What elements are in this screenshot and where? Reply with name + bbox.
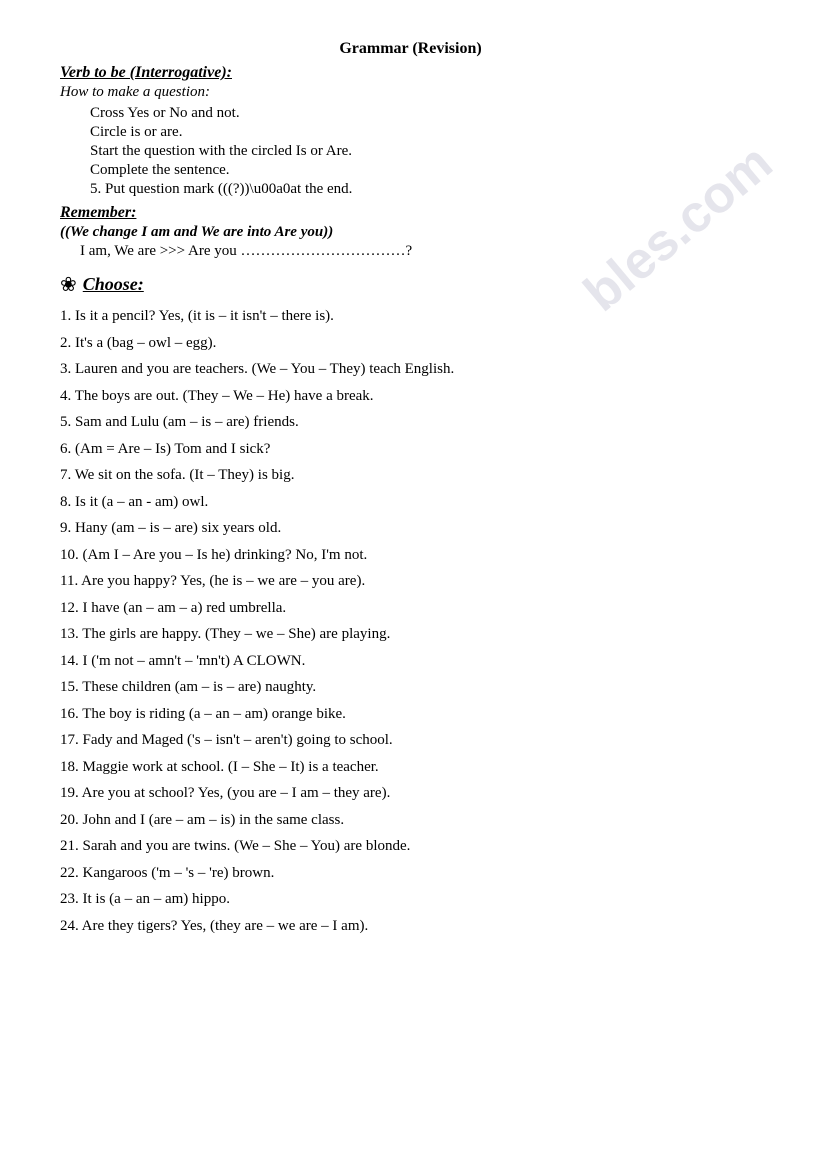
list-item: 8. Is it (a – an - am) owl. — [60, 491, 761, 514]
list-item: 24. Are they tigers? Yes, (they are – we… — [60, 915, 761, 938]
list-item: 9. Hany (am – is – are) six years old. — [60, 517, 761, 540]
step-1: Cross Yes or No and not. — [90, 105, 761, 122]
steps-list: Cross Yes or No and not. Circle is or ar… — [90, 105, 761, 198]
page-title: Grammar (Revision) — [60, 40, 761, 58]
choose-label: Choose: — [83, 274, 144, 295]
instruction-heading: How to make a question: — [60, 84, 761, 101]
list-item: 21. Sarah and you are twins. (We – She –… — [60, 835, 761, 858]
verb-to-be-title: Verb to be (Interrogative): — [60, 64, 761, 82]
exercises-list: 1. Is it a pencil? Yes, (it is – it isn'… — [60, 305, 761, 937]
list-item: 20. John and I (are – am – is) in the sa… — [60, 809, 761, 832]
step-2: Circle is or are. — [90, 124, 761, 141]
list-item: 22. Kangaroos ('m – 's – 're) brown. — [60, 862, 761, 885]
list-item: 11. Are you happy? Yes, (he is – we are … — [60, 570, 761, 593]
are-you-line: I am, We are >>> Are you ……………………………? — [80, 243, 761, 260]
list-item: 7. We sit on the sofa. (It – They) is bi… — [60, 464, 761, 487]
list-item: 15. These children (am – is – are) naugh… — [60, 676, 761, 699]
change-note: ((We change I am and We are into Are you… — [60, 224, 761, 241]
list-item: 4. The boys are out. (They – We – He) ha… — [60, 385, 761, 408]
list-item: 18. Maggie work at school. (I – She – It… — [60, 756, 761, 779]
list-item: 13. The girls are happy. (They – we – Sh… — [60, 623, 761, 646]
remember-heading: Remember: — [60, 204, 761, 222]
list-item: 19. Are you at school? Yes, (you are – I… — [60, 782, 761, 805]
choose-header: ❀ Choose: — [60, 272, 761, 297]
list-item: 17. Fady and Maged ('s – isn't – aren't)… — [60, 729, 761, 752]
list-item: 5. Sam and Lulu (am – is – are) friends. — [60, 411, 761, 434]
list-item: 6. (Am = Are – Is) Tom and I sick? — [60, 438, 761, 461]
choose-icon: ❀ — [60, 272, 77, 297]
list-item: 2. It's a (bag – owl – egg). — [60, 332, 761, 355]
list-item: 3. Lauren and you are teachers. (We – Yo… — [60, 358, 761, 381]
list-item: 14. I ('m not – amn't – 'mn't) A CLOWN. — [60, 650, 761, 673]
list-item: 12. I have (an – am – a) red umbrella. — [60, 597, 761, 620]
step-3: Start the question with the circled Is o… — [90, 143, 761, 160]
list-item: 16. The boy is riding (a – an – am) oran… — [60, 703, 761, 726]
section1: Verb to be (Interrogative): How to make … — [60, 64, 761, 260]
step-5: 5. Put question mark (((?))\u00a0at the … — [90, 181, 761, 198]
list-item: 1. Is it a pencil? Yes, (it is – it isn'… — [60, 305, 761, 328]
list-item: 23. It is (a – an – am) hippo. — [60, 888, 761, 911]
list-item: 10. (Am I – Are you – Is he) drinking? N… — [60, 544, 761, 567]
step-4: Complete the sentence. — [90, 162, 761, 179]
